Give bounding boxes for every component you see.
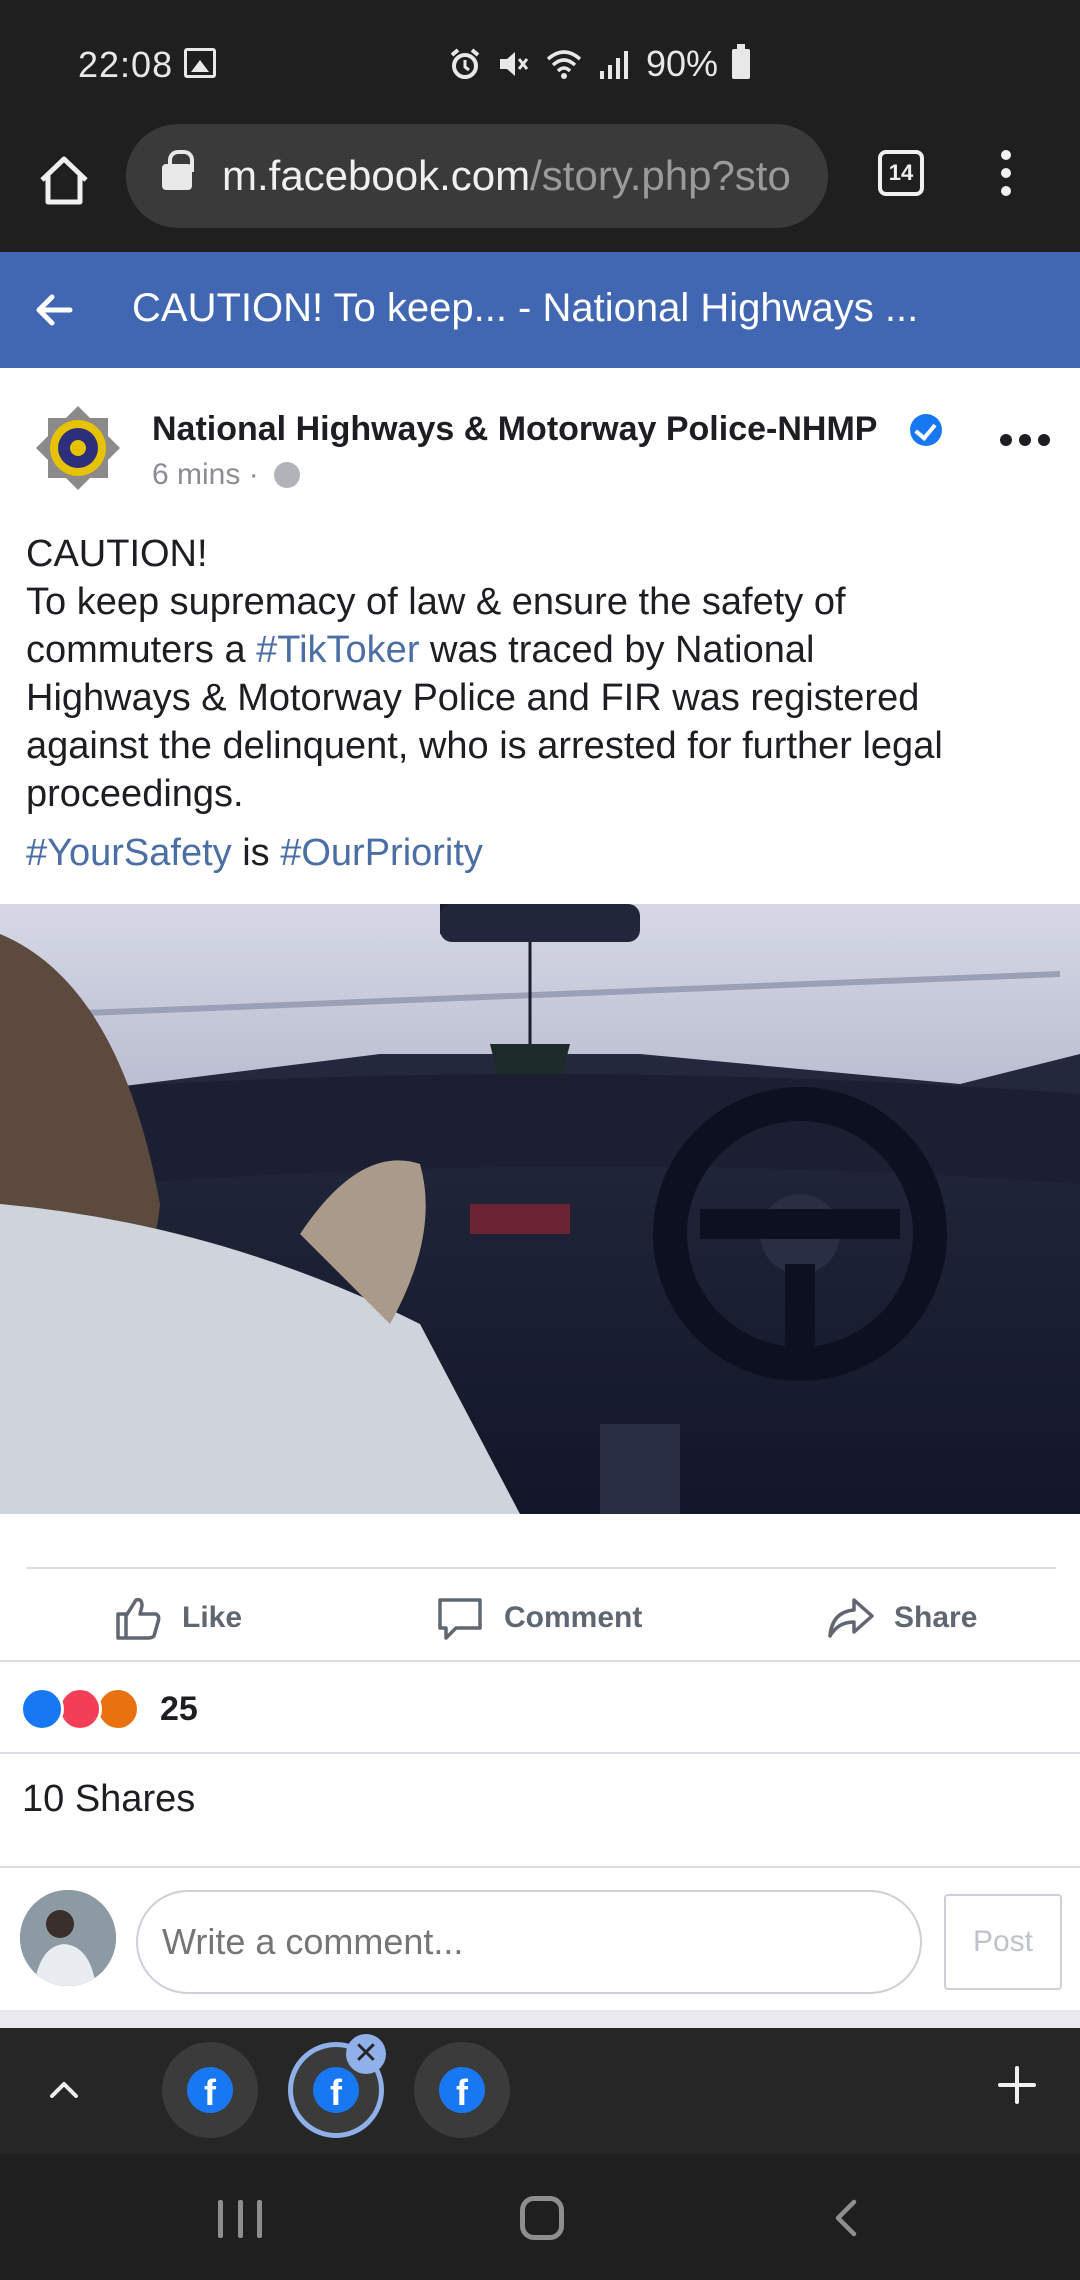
post-text-fragment: was traced by National bbox=[419, 629, 815, 671]
recents-icon[interactable] bbox=[218, 2200, 262, 2238]
close-tab-icon[interactable]: ✕ bbox=[346, 2034, 386, 2074]
hashtag-ourpriority[interactable]: #OurPriority bbox=[280, 832, 483, 874]
divider bbox=[0, 1752, 1080, 1754]
home-icon[interactable] bbox=[34, 150, 94, 210]
post-options-icon[interactable] bbox=[1000, 434, 1050, 448]
browser-tab-strip: f f ✕ f bbox=[0, 2028, 1080, 2154]
url-domain: m.facebook.com bbox=[222, 152, 531, 199]
hashtag-connector: is bbox=[231, 832, 281, 874]
shares-count[interactable]: 10 Shares bbox=[22, 1778, 195, 1821]
avatar-image bbox=[20, 1890, 116, 1986]
url-path: /story.php?sto bbox=[530, 152, 791, 199]
share-label: Share bbox=[894, 1601, 978, 1634]
angry-reaction-icon bbox=[96, 1687, 140, 1731]
facebook-header: CAUTION! To keep... - National Highways … bbox=[0, 252, 1080, 368]
tab-item[interactable]: f bbox=[414, 2042, 510, 2138]
like-button[interactable]: Like bbox=[112, 1590, 242, 1646]
header-title: CAUTION! To keep... - National Highways … bbox=[132, 286, 919, 330]
divider bbox=[0, 2010, 1080, 2028]
battery-icon bbox=[732, 44, 751, 79]
url-text: m.facebook.com/story.php?sto bbox=[222, 152, 791, 200]
page-name[interactable]: National Highways & Motorway Police-NHMP bbox=[152, 410, 877, 449]
reaction-count: 25 bbox=[160, 1689, 198, 1728]
post-comment-button[interactable]: Post bbox=[944, 1894, 1062, 1990]
post-text-fragment: commuters a bbox=[26, 629, 257, 671]
new-tab-icon[interactable] bbox=[994, 2062, 1040, 2108]
status-time: 22:08 bbox=[78, 44, 174, 85]
like-reaction-icon bbox=[20, 1687, 64, 1731]
love-reaction-icon bbox=[58, 1687, 102, 1731]
system-nav-bar bbox=[0, 2154, 1080, 2280]
home-nav-icon[interactable] bbox=[520, 2196, 564, 2240]
share-arrow-icon bbox=[828, 1598, 874, 1638]
image-icon bbox=[184, 48, 216, 78]
hashtag-yoursafety[interactable]: #YourSafety bbox=[26, 832, 232, 874]
back-arrow-icon[interactable] bbox=[30, 286, 78, 334]
mute-icon bbox=[500, 52, 529, 76]
globe-icon bbox=[274, 462, 300, 488]
post-text-line: commuters a #TikToker was traced by Nati… bbox=[26, 626, 1056, 674]
alarm-icon bbox=[450, 48, 480, 79]
chevron-up-icon[interactable] bbox=[46, 2072, 82, 2108]
post-header: National Highways & Motorway Police-NHMP… bbox=[0, 368, 1080, 508]
post-actions: Like Comment Share bbox=[0, 1572, 1080, 1660]
post-time[interactable]: 6 mins · bbox=[152, 458, 259, 492]
divider bbox=[0, 1660, 1080, 1662]
hashtag-tiktoker[interactable]: #TikToker bbox=[256, 629, 419, 671]
tab-item[interactable]: f bbox=[162, 2042, 258, 2138]
signal-icon bbox=[600, 51, 628, 79]
reactions-summary[interactable]: 25 bbox=[20, 1684, 198, 1734]
thumbs-up-icon bbox=[116, 1597, 161, 1640]
post-text-line: Highways & Motorway Police and FIR was r… bbox=[26, 677, 920, 719]
status-icons: 90% bbox=[448, 43, 751, 84]
divider bbox=[0, 1866, 1080, 1868]
post-body: CAUTION! To keep supremacy of law & ensu… bbox=[26, 530, 1056, 818]
comment-icon bbox=[438, 1598, 482, 1640]
video-frame bbox=[0, 904, 1080, 1514]
browser-toolbar: m.facebook.com/story.php?sto 14 bbox=[0, 110, 1080, 252]
status-bar: 22:08 90% bbox=[0, 0, 1080, 110]
divider bbox=[26, 1567, 1056, 1569]
lock-icon bbox=[162, 150, 194, 190]
comment-label: Comment bbox=[504, 1601, 643, 1634]
comment-button[interactable]: Comment bbox=[434, 1590, 642, 1646]
facebook-icon: f bbox=[313, 2067, 359, 2113]
facebook-icon: f bbox=[187, 2067, 233, 2113]
address-bar[interactable]: m.facebook.com/story.php?sto bbox=[126, 124, 828, 228]
verified-badge-icon bbox=[910, 414, 942, 446]
comment-input[interactable] bbox=[136, 1890, 922, 1994]
wifi-icon bbox=[546, 50, 582, 79]
facebook-icon: f bbox=[439, 2067, 485, 2113]
nhmp-logo[interactable] bbox=[34, 404, 122, 492]
like-label: Like bbox=[182, 1601, 243, 1634]
post-text-line: To keep supremacy of law & ensure the sa… bbox=[26, 581, 846, 623]
post-video[interactable] bbox=[0, 904, 1080, 1514]
tab-switcher-button[interactable]: 14 bbox=[878, 150, 924, 196]
back-nav-icon[interactable] bbox=[828, 2198, 864, 2238]
post-text-line: proceedings. bbox=[26, 773, 244, 815]
post-text-line: CAUTION! bbox=[26, 533, 208, 575]
more-menu-icon[interactable] bbox=[996, 146, 1016, 206]
battery-percent: 90% bbox=[646, 43, 719, 84]
share-button[interactable]: Share bbox=[824, 1590, 977, 1646]
post-text-line: against the delinquent, who is arrested … bbox=[26, 725, 943, 767]
post-hashtags: #YourSafety is #OurPriority bbox=[26, 832, 483, 875]
avatar bbox=[20, 1890, 116, 1986]
